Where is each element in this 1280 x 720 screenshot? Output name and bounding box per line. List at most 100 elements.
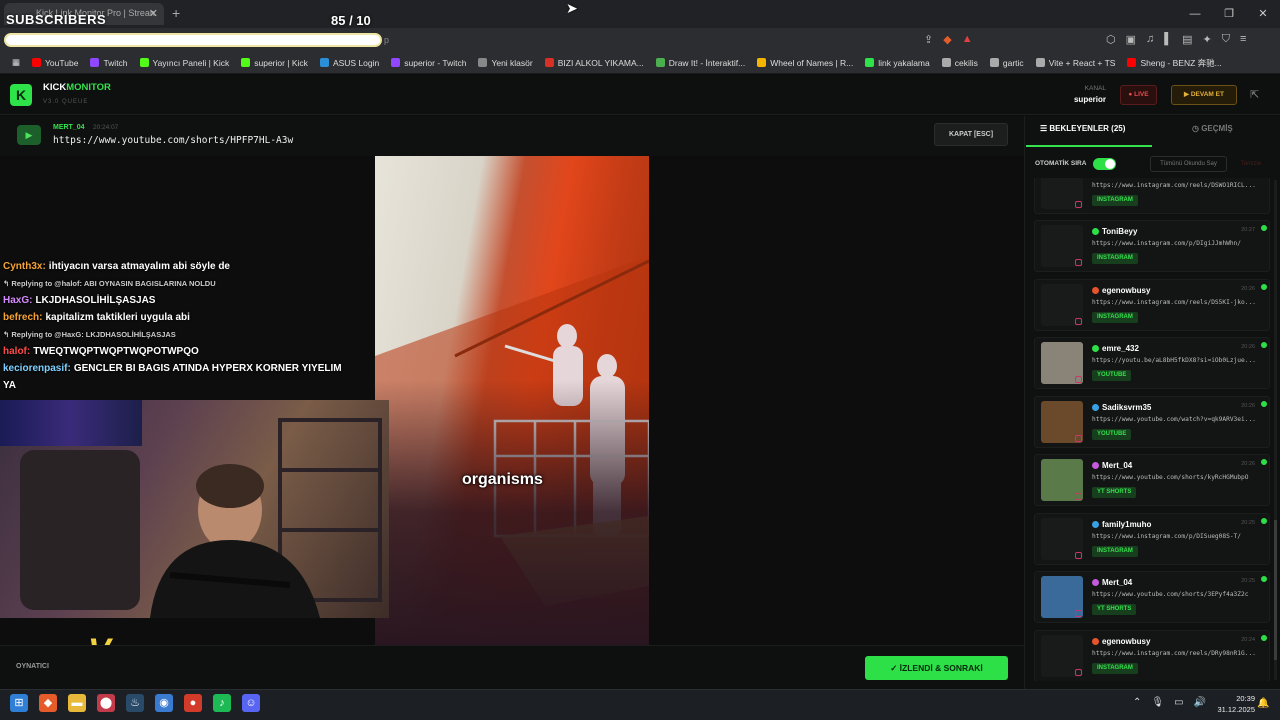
- auto-queue-label: OTOMATİK SIRA: [1035, 160, 1087, 167]
- bookmark-item[interactable]: Sheng - BENZ 奔驰...: [1121, 57, 1227, 69]
- user-badge-icon: [1092, 345, 1099, 352]
- bookmark-item[interactable]: Vite + React + TS: [1030, 58, 1122, 68]
- share-icon[interactable]: ⇪: [924, 33, 933, 46]
- queue-url[interactable]: https://www.instagram.com/reels/DRy98nR1…: [1092, 650, 1262, 657]
- player-url[interactable]: https://www.youtube.com/shorts/HPFP7HL-A…: [53, 135, 293, 146]
- bookmark-item[interactable]: Yeni klasör: [472, 58, 538, 68]
- queue-url[interactable]: https://www.instagram.com/reels/DS5KI-jk…: [1092, 299, 1262, 306]
- queue-item[interactable]: egenowbusy 20:24 https://www.instagram.com…: [1034, 630, 1270, 681]
- queue-url[interactable]: https://www.youtube.com/shorts/kyRcHGMub…: [1092, 474, 1262, 481]
- bookmark-item[interactable]: Wheel of Names | R...: [751, 58, 859, 68]
- platform-tag: INSTAGRAM: [1092, 546, 1138, 557]
- queue-username-text: Mert_04: [1102, 461, 1133, 470]
- queue-item[interactable]: ToniBeyy 20:27 https://www.instagram.com/p…: [1034, 220, 1270, 272]
- queue-url[interactable]: https://www.instagram.com/p/DIgiJJmhWhn/: [1092, 240, 1262, 247]
- continue-button[interactable]: ▶ DEVAM ET: [1171, 85, 1237, 105]
- chat-text: GENCLER BI BAGIS ATINDA HYPERX KORNER YI…: [73, 363, 342, 374]
- ai-icon[interactable]: ✦: [1202, 33, 1211, 46]
- bookmark-item[interactable]: YouTube: [26, 58, 84, 68]
- brave-shield-icon[interactable]: ◆: [943, 33, 951, 46]
- online-dot-icon: [1261, 284, 1267, 290]
- external-link-icon[interactable]: ⇱: [1250, 88, 1259, 101]
- folder-icon[interactable]: ▬: [68, 694, 86, 712]
- close-player-button[interactable]: KAPAT [ESC]: [934, 123, 1008, 146]
- minimize-icon[interactable]: —: [1178, 0, 1212, 28]
- bookmark-item[interactable]: Twitch: [84, 58, 133, 68]
- platform-icon: [1075, 610, 1082, 617]
- bookmark-item[interactable]: cekilis: [936, 58, 984, 68]
- chevron-up-icon[interactable]: ⌃: [1133, 697, 1141, 708]
- queue-url[interactable]: https://www.youtube.com/shorts/3EPyf4a3Z…: [1092, 591, 1262, 598]
- maps-pin-icon[interactable]: ⬤: [97, 694, 115, 712]
- bookmark-item[interactable]: link yakalama: [859, 58, 936, 68]
- queue-item[interactable]: Sadiksvrm35 20:26 https://www.youtube.com/…: [1034, 396, 1270, 448]
- brave-rewards-icon[interactable]: ▲: [962, 33, 973, 46]
- close-window-icon[interactable]: ✕: [1246, 0, 1280, 28]
- address-bar-input[interactable]: [4, 33, 382, 47]
- mark-all-read-button[interactable]: Tümünü Okundu Say: [1150, 156, 1227, 172]
- network-icon[interactable]: ▭: [1174, 697, 1183, 708]
- notification-icon[interactable]: 🔔: [1257, 698, 1269, 709]
- queue-thumbnail: [1041, 635, 1083, 677]
- chat-text: TWEQTWQPTWQPTWQPOTWPQO: [33, 346, 199, 357]
- queue-item[interactable]: Mert_04 20:26 https://www.youtube.com/shor…: [1034, 454, 1270, 506]
- spotify-icon[interactable]: ♪: [213, 694, 231, 712]
- platform-icon: [1075, 669, 1082, 676]
- bookmark-item[interactable]: superior | Kick: [235, 58, 314, 68]
- brave-icon[interactable]: ◆: [39, 694, 57, 712]
- chat-text: LKJDHASOLİHİLŞASJAS: [35, 295, 156, 306]
- clock[interactable]: 20:39 31.12.2025: [1205, 693, 1255, 715]
- maximize-icon[interactable]: ❐: [1212, 0, 1246, 28]
- mouse-overlay: [0, 400, 142, 446]
- tab-history[interactable]: ◷ GEÇMİŞ: [1192, 124, 1233, 133]
- queue-item[interactable]: family1muho 20:25 https://www.instagram.co…: [1034, 513, 1270, 565]
- bookmark-item[interactable]: gartic: [984, 58, 1030, 68]
- queue-url[interactable]: https://www.instagram.com/p/DISueg08S-T/: [1092, 533, 1262, 540]
- steam-icon[interactable]: ♨: [126, 694, 144, 712]
- queue-item[interactable]: egenowbusy 20:26 https://www.instagram.com…: [1034, 279, 1270, 331]
- app-icon[interactable]: ◉: [155, 694, 173, 712]
- windows-icon[interactable]: ⊞: [10, 694, 28, 712]
- queue-item[interactable]: https://www.instagram.com/reels/DSWO1RIC…: [1034, 178, 1270, 214]
- channel-label: KANAL: [1084, 85, 1106, 92]
- queue-scroll-thumb[interactable]: [1274, 520, 1277, 660]
- new-tab-button[interactable]: +: [172, 5, 180, 21]
- platform-tag: INSTAGRAM: [1092, 253, 1138, 264]
- apps-grid-icon[interactable]: ▦: [6, 57, 26, 68]
- queue-item[interactable]: emre_432 20:26 https://youtu.be/aL8bH5fkDX…: [1034, 337, 1270, 389]
- music-icon[interactable]: ♫: [1146, 33, 1154, 46]
- auto-queue-toggle[interactable]: [1093, 158, 1116, 170]
- record-icon[interactable]: ●: [184, 694, 202, 712]
- sidebar-icon[interactable]: ▌: [1164, 33, 1172, 46]
- vpn-icon[interactable]: ⛉: [1222, 33, 1230, 46]
- bookmark-item[interactable]: superior - Twitch: [385, 58, 472, 68]
- queue-url[interactable]: https://www.instagram.com/reels/DSWO1RIC…: [1092, 182, 1262, 189]
- mouse-cursor-icon: ➤: [566, 0, 578, 16]
- queue-url[interactable]: https://www.youtube.com/watch?v=qk9ARV3e…: [1092, 416, 1262, 423]
- mic-icon[interactable]: 🎙: [1151, 697, 1164, 708]
- tab-close-icon[interactable]: ✕: [149, 7, 158, 20]
- wallet-icon[interactable]: ▤: [1182, 33, 1192, 46]
- tab-waiting[interactable]: ☰ BEKLEYENLER (25): [1040, 124, 1125, 133]
- extensions-icon[interactable]: ⬡: [1106, 33, 1116, 46]
- queue-url[interactable]: https://youtu.be/aL8bH5fkDX8?si=iOb0Lzju…: [1092, 357, 1262, 364]
- brand-name: KICKMONITOR: [43, 82, 111, 93]
- queue-item[interactable]: Mert_04 20:25 https://www.youtube.com/shor…: [1034, 571, 1270, 623]
- bookmark-item[interactable]: ASUS Login: [314, 58, 385, 68]
- clear-button[interactable]: Temizle: [1235, 156, 1267, 172]
- platform-tag: YOUTUBE: [1092, 370, 1132, 381]
- active-tab-indicator: [1026, 145, 1152, 147]
- bookmark-item[interactable]: Draw It! - İnteraktif...: [650, 58, 752, 68]
- watched-next-button[interactable]: ✓ İZLENDİ & SONRAKİ: [865, 656, 1008, 680]
- online-dot-icon: [1261, 342, 1267, 348]
- menu-icon[interactable]: ≡: [1240, 33, 1246, 46]
- bookmark-item[interactable]: BIZI ALKOL YIKAMA...: [539, 58, 650, 68]
- queue-username: Mert_04: [1092, 578, 1132, 587]
- bookmark-item[interactable]: Yayıncı Paneli | Kick: [134, 58, 236, 68]
- screenshot-icon[interactable]: ▣: [1126, 33, 1136, 46]
- url-tail: p: [384, 35, 390, 45]
- queue-time: 20:27: [1241, 227, 1255, 233]
- discord-icon[interactable]: ☺: [242, 694, 260, 712]
- live-button[interactable]: ● LIVE: [1120, 85, 1157, 105]
- queue-time: 20:26: [1241, 461, 1255, 467]
